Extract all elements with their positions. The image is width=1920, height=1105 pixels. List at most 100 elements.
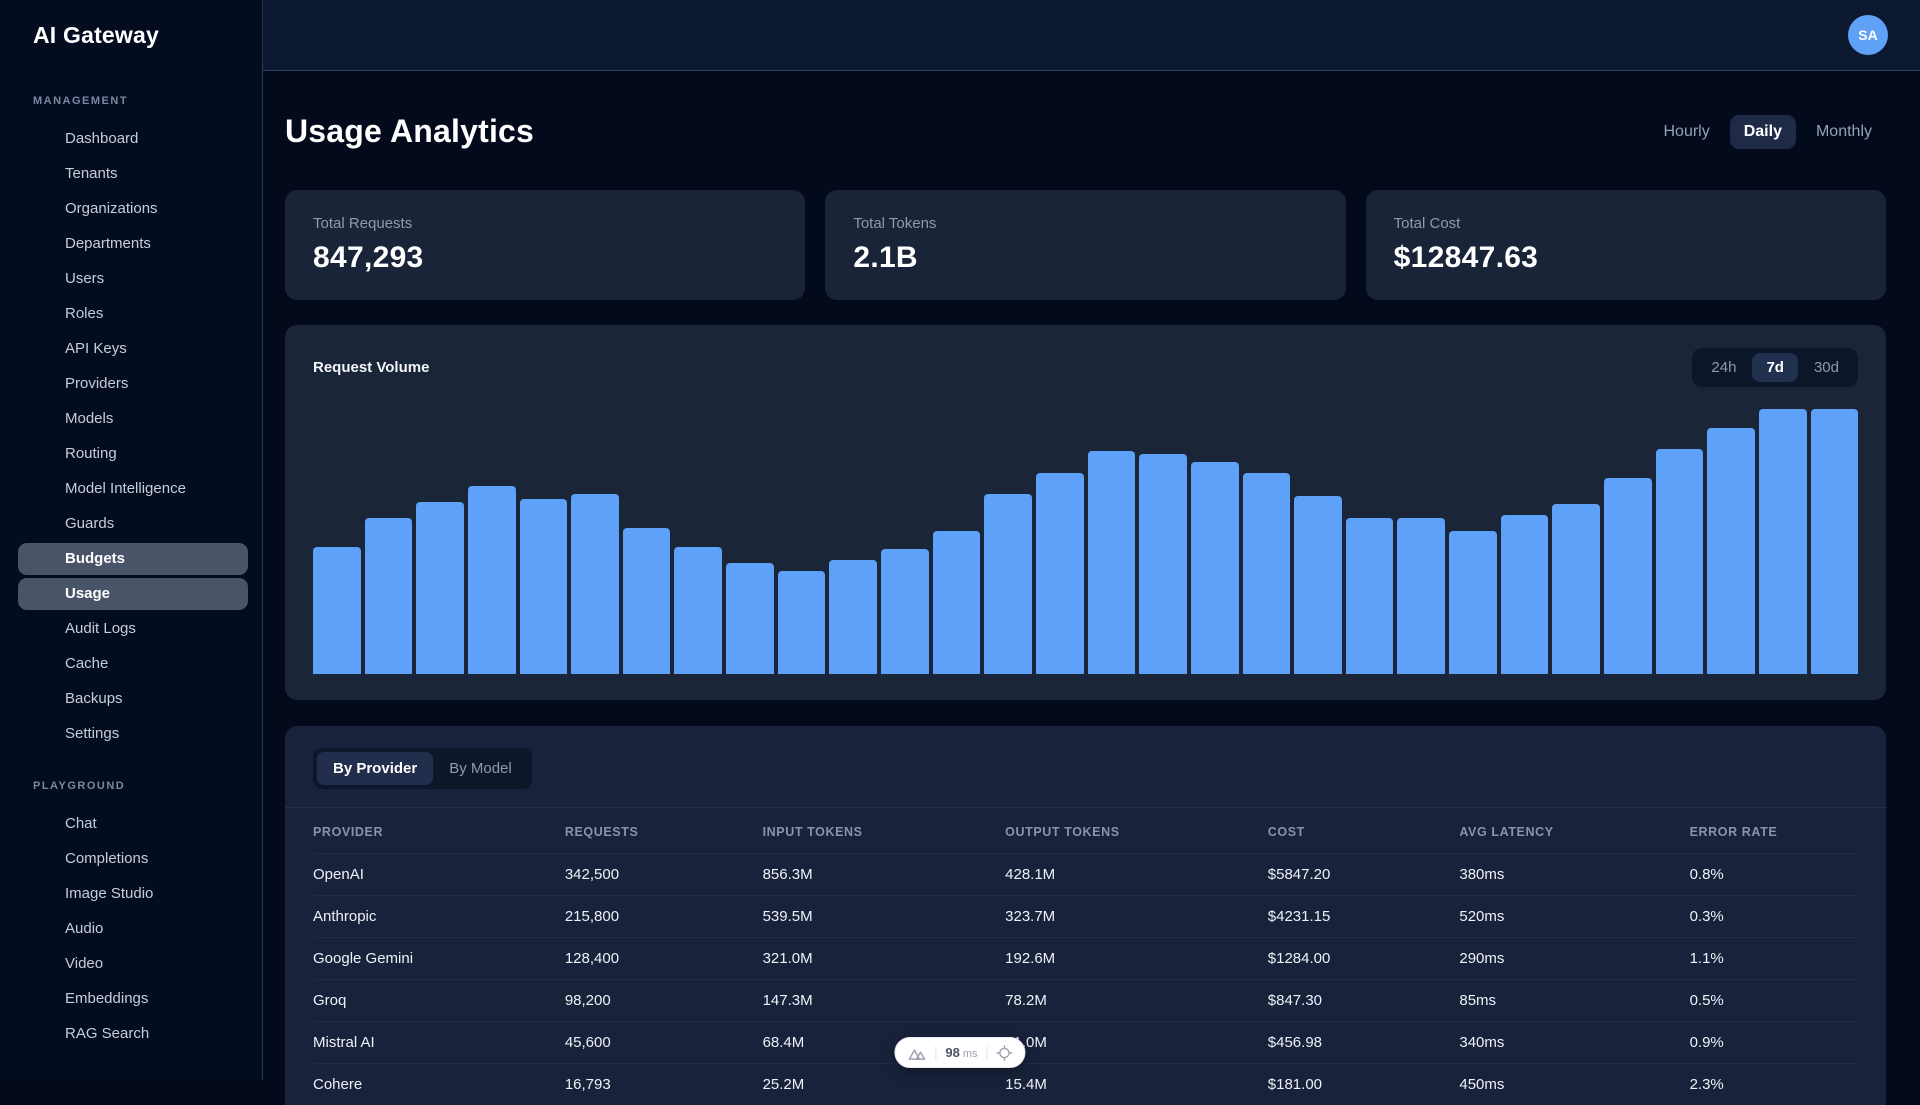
cell-error-rate: 0.5% bbox=[1690, 992, 1858, 1009]
chart-bar bbox=[520, 499, 568, 674]
chart-bar bbox=[1036, 473, 1084, 674]
cell-cost: $1284.00 bbox=[1268, 950, 1460, 967]
column-header-requests: REQUESTS bbox=[565, 825, 763, 839]
chart-bar bbox=[1397, 518, 1445, 674]
column-header-output-tokens: OUTPUT TOKENS bbox=[1005, 825, 1268, 839]
sidebar-item-dashboard[interactable]: Dashboard bbox=[18, 123, 248, 155]
mountains-logo-icon[interactable] bbox=[907, 1044, 926, 1062]
tab-by-provider[interactable]: By Provider bbox=[317, 752, 433, 785]
period-toggle: Hourly Daily Monthly bbox=[1649, 115, 1886, 149]
cell-error-rate: 2.3% bbox=[1690, 1076, 1858, 1093]
usage-table-card: By Provider By Model PROVIDERREQUESTSINP… bbox=[285, 726, 1886, 1105]
sidebar-item-cache[interactable]: Cache bbox=[18, 648, 248, 680]
chart-bar bbox=[1243, 473, 1291, 674]
topbar: SA bbox=[263, 0, 1920, 71]
sidebar-item-users[interactable]: Users bbox=[18, 263, 248, 295]
sidebar-item-video[interactable]: Video bbox=[18, 948, 248, 980]
sidebar-item-roles[interactable]: Roles bbox=[18, 298, 248, 330]
range-option-30d[interactable]: 30d bbox=[1800, 353, 1853, 382]
sidebar-section-label: PLAYGROUND bbox=[0, 780, 262, 792]
sidebar-item-backups[interactable]: Backups bbox=[18, 683, 248, 715]
sidebar-item-budgets[interactable]: Budgets bbox=[18, 543, 248, 575]
user-avatar[interactable]: SA bbox=[1848, 15, 1888, 55]
chart-bar bbox=[1604, 478, 1652, 674]
chart-bar bbox=[1139, 454, 1187, 674]
sidebar-item-embeddings[interactable]: Embeddings bbox=[18, 983, 248, 1015]
divider bbox=[935, 1046, 936, 1060]
sidebar-item-audit-logs[interactable]: Audit Logs bbox=[18, 613, 248, 645]
period-option-hourly[interactable]: Hourly bbox=[1649, 115, 1723, 149]
cell-avg-latency: 450ms bbox=[1459, 1076, 1689, 1093]
cell-avg-latency: 380ms bbox=[1459, 866, 1689, 883]
sidebar-item-models[interactable]: Models bbox=[18, 403, 248, 435]
sidebar-item-chat[interactable]: Chat bbox=[18, 808, 248, 840]
column-header-input-tokens: INPUT TOKENS bbox=[763, 825, 1006, 839]
cell-provider: Groq bbox=[313, 992, 565, 1009]
sidebar-item-completions[interactable]: Completions bbox=[18, 843, 248, 875]
cell-error-rate: 1.1% bbox=[1690, 950, 1858, 967]
period-option-monthly[interactable]: Monthly bbox=[1802, 115, 1886, 149]
sidebar-item-usage[interactable]: Usage bbox=[18, 578, 248, 610]
cell-requests: 342,500 bbox=[565, 866, 763, 883]
stat-label: Total Tokens bbox=[853, 215, 1317, 232]
chart-bar bbox=[1191, 462, 1239, 674]
table-header: PROVIDERREQUESTSINPUT TOKENSOUTPUT TOKEN… bbox=[313, 808, 1858, 853]
page-title: Usage Analytics bbox=[285, 113, 534, 150]
cell-input-tokens: 539.5M bbox=[763, 908, 1006, 925]
cell-error-rate: 0.8% bbox=[1690, 866, 1858, 883]
chart-bar bbox=[778, 571, 826, 674]
cell-provider: OpenAI bbox=[313, 866, 565, 883]
sidebar-item-settings[interactable]: Settings bbox=[18, 718, 248, 750]
chart-bar bbox=[1501, 515, 1549, 674]
cell-input-tokens: 147.3M bbox=[763, 992, 1006, 1009]
cell-requests: 16,793 bbox=[565, 1076, 763, 1093]
chart-bar bbox=[1552, 504, 1600, 674]
range-option-24h[interactable]: 24h bbox=[1697, 353, 1750, 382]
request-volume-card: Request Volume 24h 7d 30d bbox=[285, 325, 1886, 700]
sidebar-item-providers[interactable]: Providers bbox=[18, 368, 248, 400]
latency-overlay-pill[interactable]: 98ms bbox=[894, 1037, 1025, 1068]
page-content: Usage Analytics Hourly Daily Monthly Tot… bbox=[263, 71, 1920, 1105]
cell-cost: $181.00 bbox=[1268, 1076, 1460, 1093]
sidebar-section-playground: PLAYGROUND ChatCompletionsImage StudioAud… bbox=[0, 780, 262, 1050]
cell-output-tokens: 192.6M bbox=[1005, 950, 1268, 967]
sidebar-item-image-studio[interactable]: Image Studio bbox=[18, 878, 248, 910]
sidebar-item-model-intelligence[interactable]: Model Intelligence bbox=[18, 473, 248, 505]
tab-by-model[interactable]: By Model bbox=[433, 752, 528, 785]
cell-provider: Cohere bbox=[313, 1076, 565, 1093]
sidebar-item-rag-search[interactable]: RAG Search bbox=[18, 1018, 248, 1050]
range-option-7d[interactable]: 7d bbox=[1752, 353, 1798, 382]
sidebar-item-audio[interactable]: Audio bbox=[18, 913, 248, 945]
cell-provider: Google Gemini bbox=[313, 950, 565, 967]
sidebar-item-api-keys[interactable]: API Keys bbox=[18, 333, 248, 365]
sidebar-item-routing[interactable]: Routing bbox=[18, 438, 248, 470]
cell-input-tokens: 321.0M bbox=[763, 950, 1006, 967]
chart-bar bbox=[1811, 409, 1859, 674]
stat-card-total-tokens: Total Tokens 2.1B bbox=[825, 190, 1345, 300]
cell-cost: $5847.20 bbox=[1268, 866, 1460, 883]
cell-requests: 45,600 bbox=[565, 1034, 763, 1051]
chart-bar bbox=[1759, 409, 1807, 674]
cell-cost: $847.30 bbox=[1268, 992, 1460, 1009]
stat-card-total-requests: Total Requests 847,293 bbox=[285, 190, 805, 300]
table-row: Cohere16,79325.2M15.4M$181.00450ms2.3% bbox=[313, 1063, 1858, 1105]
bar-chart bbox=[313, 409, 1858, 674]
chart-bar bbox=[1346, 518, 1394, 674]
sidebar-item-organizations[interactable]: Organizations bbox=[18, 193, 248, 225]
chart-bar bbox=[933, 531, 981, 674]
sidebar-item-guards[interactable]: Guards bbox=[18, 508, 248, 540]
latency-value: 98ms bbox=[945, 1045, 977, 1060]
table-row: Mistral AI45,60068.4M41.0M$456.98340ms0.… bbox=[313, 1021, 1858, 1063]
stat-value: $12847.63 bbox=[1394, 241, 1858, 275]
period-option-daily[interactable]: Daily bbox=[1730, 115, 1796, 149]
cell-output-tokens: 41.0M bbox=[1005, 1034, 1268, 1051]
crosshair-icon[interactable] bbox=[997, 1045, 1013, 1061]
cell-output-tokens: 78.2M bbox=[1005, 992, 1268, 1009]
cell-output-tokens: 323.7M bbox=[1005, 908, 1268, 925]
sidebar-item-tenants[interactable]: Tenants bbox=[18, 158, 248, 190]
chart-bar bbox=[313, 547, 361, 674]
chart-bar bbox=[571, 494, 619, 674]
sidebar-item-departments[interactable]: Departments bbox=[18, 228, 248, 260]
cell-cost: $456.98 bbox=[1268, 1034, 1460, 1051]
cell-avg-latency: 340ms bbox=[1459, 1034, 1689, 1051]
